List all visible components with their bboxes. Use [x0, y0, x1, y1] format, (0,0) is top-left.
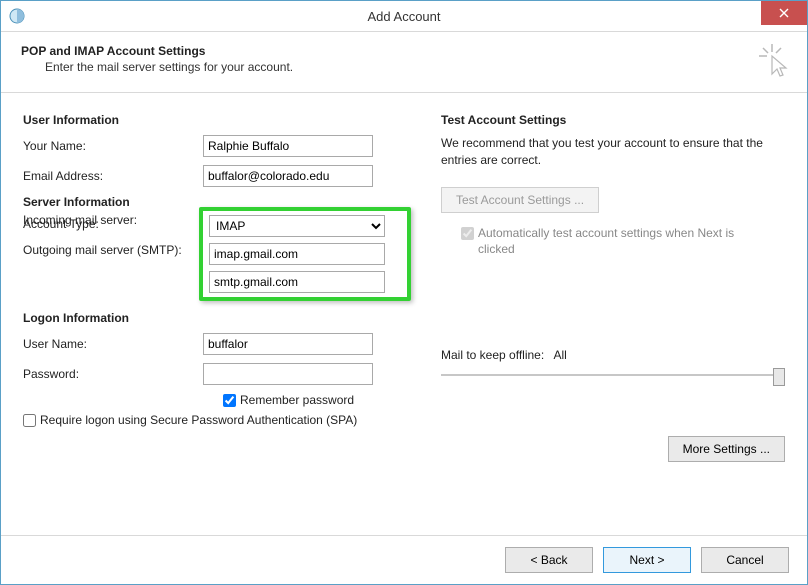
auto-test-checkbox[interactable]	[461, 227, 474, 240]
account-type-select[interactable]: IMAP	[209, 215, 385, 237]
wizard-footer: < Back Next > Cancel	[1, 535, 807, 584]
mail-offline-section: Mail to keep offline: All	[441, 348, 785, 386]
email-label: Email Address:	[23, 169, 203, 183]
mail-offline-label: Mail to keep offline:	[441, 348, 544, 362]
your-name-input[interactable]	[203, 135, 373, 157]
email-input[interactable]	[203, 165, 373, 187]
username-input[interactable]	[203, 333, 373, 355]
your-name-label: Your Name:	[23, 139, 203, 153]
test-settings-description: We recommend that you test your account …	[441, 135, 785, 169]
remember-password-checkbox[interactable]	[223, 394, 236, 407]
cursor-icon	[759, 44, 789, 78]
mail-offline-value: All	[554, 348, 567, 362]
spa-checkbox[interactable]	[23, 414, 36, 427]
header-title: POP and IMAP Account Settings	[21, 44, 787, 58]
add-account-window: Add Account POP and IMAP Account Setting…	[0, 0, 808, 585]
more-settings-button[interactable]: More Settings ...	[668, 436, 785, 462]
window-title: Add Account	[1, 9, 807, 24]
outgoing-server-input[interactable]	[209, 271, 385, 293]
header-subtitle: Enter the mail server settings for your …	[45, 60, 787, 74]
server-highlight-box: IMAP	[199, 207, 411, 301]
outgoing-label: Outgoing mail server (SMTP):	[23, 243, 182, 257]
auto-test-label: Automatically test account settings when…	[478, 225, 758, 259]
back-button[interactable]: < Back	[505, 547, 593, 573]
incoming-label: Incoming mail server:	[23, 213, 137, 227]
slider-thumb[interactable]	[773, 368, 785, 386]
incoming-server-input[interactable]	[209, 243, 385, 265]
cancel-button[interactable]: Cancel	[701, 547, 789, 573]
close-button[interactable]	[761, 1, 807, 25]
username-label: User Name:	[23, 337, 203, 351]
close-icon	[779, 8, 789, 18]
user-info-heading: User Information	[23, 113, 431, 127]
password-label: Password:	[23, 367, 203, 381]
right-column: Test Account Settings We recommend that …	[431, 107, 785, 462]
remember-password-label: Remember password	[240, 393, 354, 407]
spa-label: Require logon using Secure Password Auth…	[40, 413, 357, 427]
wizard-header: POP and IMAP Account Settings Enter the …	[1, 32, 807, 93]
logon-info-heading: Logon Information	[23, 311, 431, 325]
test-settings-heading: Test Account Settings	[441, 113, 785, 127]
test-account-settings-button[interactable]: Test Account Settings ...	[441, 187, 599, 213]
wizard-body: User Information Your Name: Email Addres…	[1, 93, 807, 462]
next-button[interactable]: Next >	[603, 547, 691, 573]
mail-offline-slider[interactable]	[441, 366, 785, 386]
password-input[interactable]	[203, 363, 373, 385]
left-column: User Information Your Name: Email Addres…	[23, 107, 431, 462]
titlebar: Add Account	[1, 1, 807, 32]
